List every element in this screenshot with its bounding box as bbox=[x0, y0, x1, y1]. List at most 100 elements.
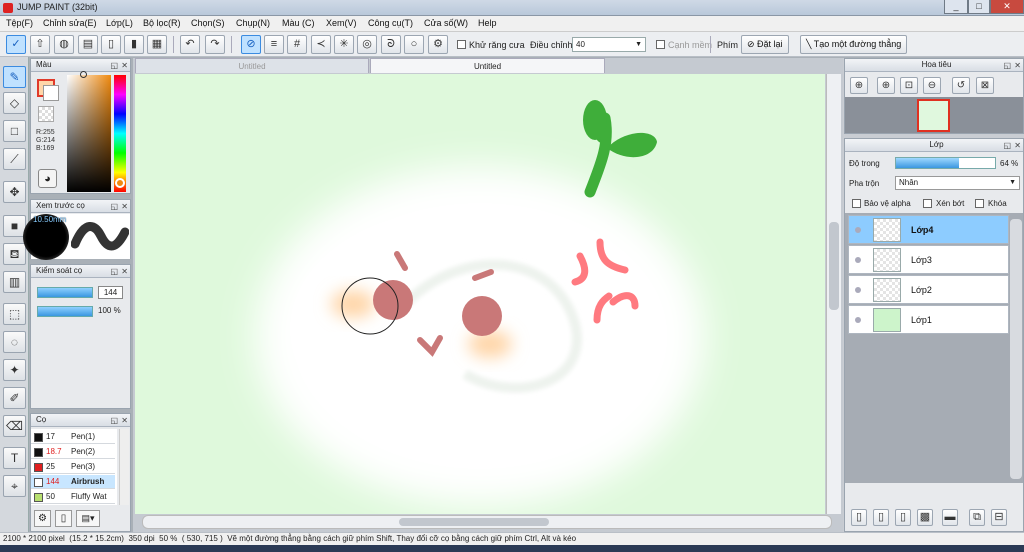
ellipse-ruler-icon[interactable]: ○ bbox=[404, 35, 424, 54]
new-brush-icon[interactable]: ▯ bbox=[55, 510, 72, 527]
page-icon[interactable]: ▯ bbox=[101, 35, 121, 54]
concentric-ruler-icon[interactable]: ◎ bbox=[357, 35, 377, 54]
panel-close-icon[interactable]: ✕ bbox=[1014, 60, 1021, 72]
menu-layer[interactable]: Lớp(L) bbox=[106, 18, 133, 28]
horizontal-scrollbar[interactable] bbox=[142, 515, 832, 529]
brush-tool-icon[interactable]: ✎ bbox=[3, 66, 26, 88]
tone-layer-icon[interactable]: ▩ bbox=[917, 509, 933, 526]
menu-help[interactable]: Help bbox=[478, 18, 497, 28]
rotate-icon[interactable]: ↺ bbox=[952, 77, 970, 94]
new-vector-layer-icon[interactable]: ▯ bbox=[873, 509, 889, 526]
minimize-button[interactable]: _ bbox=[944, 0, 968, 14]
maximize-button[interactable]: □ bbox=[968, 0, 990, 14]
zoom-out-icon[interactable]: ⊖ bbox=[923, 77, 941, 94]
document-icon[interactable]: ▮ bbox=[124, 35, 144, 54]
blend-mode-select[interactable]: Nhân ▼ bbox=[895, 176, 1020, 190]
lasso-tool-icon[interactable]: ◌ bbox=[3, 331, 26, 353]
panel-close-icon[interactable]: ✕ bbox=[1014, 140, 1021, 152]
comment-icon[interactable]: ◍ bbox=[54, 35, 74, 54]
new-layer-icon[interactable]: ▯ bbox=[851, 509, 867, 526]
brush-item[interactable]: 17 Pen(1) bbox=[31, 430, 115, 444]
menu-edit[interactable]: Chỉnh sửa(E) bbox=[43, 18, 97, 28]
horizontal-scroll-thumb[interactable] bbox=[399, 518, 549, 526]
menu-tools[interactable]: Công cụ(T) bbox=[368, 18, 413, 28]
menu-view[interactable]: Xem(V) bbox=[326, 18, 357, 28]
gradient-tool-icon[interactable]: ▥ bbox=[3, 271, 26, 293]
vertical-scroll-thumb[interactable] bbox=[829, 222, 839, 310]
visibility-icon[interactable] bbox=[855, 317, 861, 323]
curve-ruler-icon[interactable]: ᘐ bbox=[381, 35, 401, 54]
redo-icon[interactable]: ↷ bbox=[205, 35, 225, 54]
undock-icon[interactable]: ◱ bbox=[110, 415, 118, 427]
undock-icon[interactable]: ◱ bbox=[110, 201, 118, 213]
select-eraser-tool-icon[interactable]: ⌫ bbox=[3, 415, 26, 437]
menu-file[interactable]: Tệp(F) bbox=[6, 18, 33, 28]
lock-checkbox[interactable] bbox=[975, 199, 984, 208]
hue-slider[interactable] bbox=[114, 75, 126, 192]
palette-icon[interactable]: ◕ bbox=[38, 169, 57, 188]
merge-layer-icon[interactable]: ⊟ bbox=[991, 509, 1007, 526]
magic-wand-tool-icon[interactable]: ✦ bbox=[3, 359, 26, 381]
adjust-select[interactable]: 40 ▼ bbox=[572, 37, 646, 52]
menu-capture[interactable]: Chụp(N) bbox=[236, 18, 270, 28]
radial-ruler-icon[interactable]: ✳ bbox=[334, 35, 354, 54]
visibility-icon[interactable] bbox=[855, 257, 861, 263]
panel-close-icon[interactable]: ✕ bbox=[121, 415, 128, 427]
brush-item[interactable]: 25 Pen(3) bbox=[31, 460, 115, 474]
reset-view-icon[interactable]: ⊠ bbox=[976, 77, 994, 94]
visibility-icon[interactable] bbox=[855, 287, 861, 293]
select-pen-tool-icon[interactable]: ✐ bbox=[3, 387, 26, 409]
marquee-tool-icon[interactable]: ⬚ bbox=[3, 303, 26, 325]
panel-close-icon[interactable]: ✕ bbox=[121, 266, 128, 278]
undock-icon[interactable]: ◱ bbox=[1003, 140, 1011, 152]
brush-size-field[interactable]: 144 bbox=[98, 286, 123, 299]
layer-row-2[interactable]: Lớp2 bbox=[848, 275, 1009, 304]
soft-edge-checkbox[interactable] bbox=[656, 40, 665, 49]
eraser-tool-icon[interactable]: ◇ bbox=[3, 92, 26, 114]
text-tool-icon[interactable]: T bbox=[3, 447, 26, 469]
layer-row-3[interactable]: Lớp3 bbox=[848, 245, 1009, 274]
tab-untitled-1[interactable]: Untitled bbox=[135, 58, 369, 73]
duplicate-layer-icon[interactable]: ⧉ bbox=[969, 509, 985, 526]
message-icon[interactable]: ▤ bbox=[78, 35, 98, 54]
tab-untitled-2[interactable]: Untitled bbox=[370, 58, 605, 73]
saturation-value-picker[interactable] bbox=[67, 75, 111, 192]
ruler-off-icon[interactable]: ⊘ bbox=[241, 35, 261, 54]
panel-close-icon[interactable]: ✕ bbox=[121, 60, 128, 72]
new-halftone-layer-icon[interactable]: ▯ bbox=[895, 509, 911, 526]
navigator-thumbnail[interactable] bbox=[917, 99, 950, 132]
brush-settings-icon[interactable]: ⚙ bbox=[34, 510, 51, 527]
line-tool-icon[interactable]: ⟋ bbox=[3, 148, 26, 170]
panel-close-icon[interactable]: ✕ bbox=[121, 201, 128, 213]
visibility-icon[interactable] bbox=[855, 227, 861, 233]
rect-select-tool-icon[interactable]: □ bbox=[3, 120, 26, 142]
menu-color[interactable]: Màu (C) bbox=[282, 18, 315, 28]
brush-item[interactable]: 18.7 Pen(2) bbox=[31, 445, 115, 459]
vertical-scrollbar[interactable] bbox=[826, 74, 841, 514]
menu-filter[interactable]: Bộ lọc(R) bbox=[143, 18, 181, 28]
menu-select[interactable]: Chọn(S) bbox=[191, 18, 225, 28]
antialias-checkbox[interactable] bbox=[457, 40, 466, 49]
fit-window-icon[interactable]: ⊡ bbox=[900, 77, 918, 94]
symmetry-ruler-icon[interactable]: ⚙ bbox=[428, 35, 448, 54]
brush-menu-icon[interactable]: ▤▾ bbox=[76, 510, 100, 527]
hue-handle[interactable] bbox=[115, 178, 125, 188]
folder-icon[interactable]: ▬ bbox=[942, 509, 958, 526]
clip-checkbox[interactable] bbox=[923, 199, 932, 208]
protect-alpha-checkbox[interactable] bbox=[852, 199, 861, 208]
undock-icon[interactable]: ◱ bbox=[110, 266, 118, 278]
undo-icon[interactable]: ↶ bbox=[180, 35, 200, 54]
brush-mode-icon[interactable]: ✓ bbox=[6, 35, 26, 54]
background-color-swatch[interactable] bbox=[43, 85, 59, 101]
grid-settings-icon[interactable]: ▦ bbox=[147, 35, 167, 54]
straight-line-button[interactable]: ╲ Tạo một đường thẳng bbox=[800, 35, 908, 54]
brush-list-scrollbar[interactable] bbox=[119, 429, 129, 505]
layer-opacity-slider[interactable] bbox=[895, 157, 996, 169]
grid-ruler-icon[interactable]: # bbox=[287, 35, 307, 54]
layer-list-scrollbar[interactable] bbox=[1010, 219, 1022, 479]
eyedropper-tool-icon[interactable]: ⌖ bbox=[3, 475, 26, 497]
layer-row-4[interactable]: Lớp4 bbox=[848, 215, 1009, 244]
transparent-swatch[interactable] bbox=[38, 106, 54, 122]
perspective-ruler-icon[interactable]: ≺ bbox=[311, 35, 331, 54]
brush-item[interactable]: 50 Fluffy Wat bbox=[31, 490, 115, 504]
